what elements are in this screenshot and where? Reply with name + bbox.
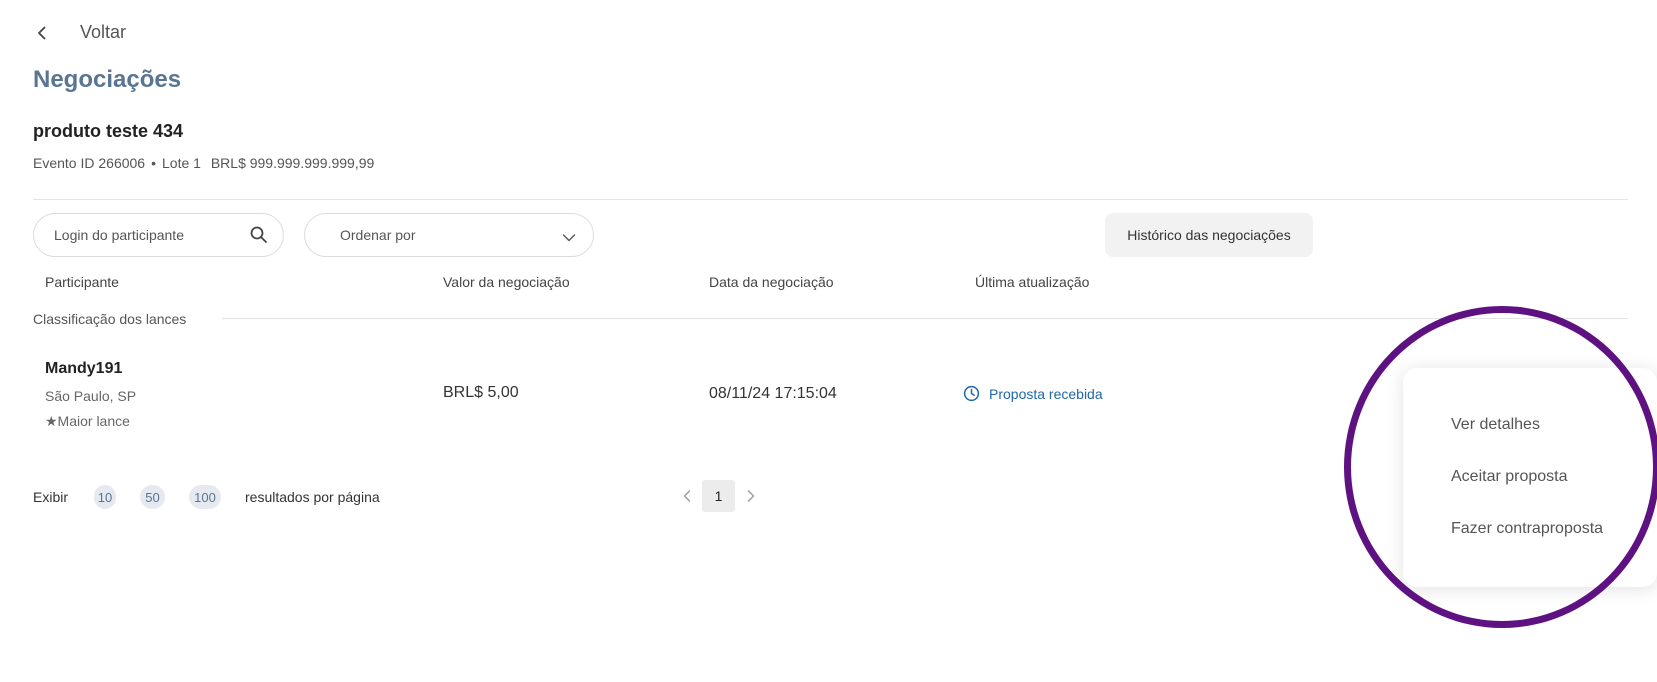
highest-bid-badge: ★Maior lance	[45, 413, 130, 429]
page-title: Negociações	[33, 66, 182, 93]
menu-item-accept-offer[interactable]: Aceitar proposta	[1451, 468, 1568, 486]
column-header-last-update: Última atualização	[975, 274, 1090, 290]
chevron-down-icon	[562, 234, 576, 242]
participant-location: São Paulo, SP	[45, 388, 137, 404]
history-button[interactable]: Histórico das negociações	[1105, 213, 1313, 257]
group-divider	[222, 318, 1628, 319]
event-id: Evento ID 266006	[33, 155, 146, 171]
chevron-right-icon	[747, 490, 755, 502]
show-label: Exibir	[33, 489, 69, 505]
search-field[interactable]	[33, 213, 284, 257]
product-price: BRL$ 999.999.999.999,99	[210, 155, 375, 171]
back-button[interactable]: Voltar	[34, 22, 126, 43]
page-size-50[interactable]: 50	[140, 485, 165, 509]
column-header-participant: Participante	[45, 274, 119, 290]
page-size-100[interactable]: 100	[189, 485, 221, 509]
negotiation-value: BRL$ 5,00	[443, 384, 519, 401]
participant-name: Mandy191	[45, 360, 123, 377]
negotiation-date: 08/11/24 17:15:04	[709, 385, 837, 402]
search-icon[interactable]	[249, 225, 269, 245]
product-name: produto teste 434	[33, 121, 184, 141]
status-badge: Proposta recebida	[963, 385, 1103, 402]
menu-item-counteroffer[interactable]: Fazer contraproposta	[1451, 520, 1603, 538]
sort-placeholder: Ordenar por	[340, 227, 416, 243]
menu-item-view-details[interactable]: Ver detalhes	[1451, 416, 1540, 434]
prev-page-button[interactable]	[680, 487, 694, 505]
search-input[interactable]	[54, 227, 249, 243]
divider	[33, 199, 1628, 200]
column-header-date: Data da negociação	[709, 274, 834, 290]
meta-separator: •	[151, 155, 156, 171]
chevron-left-icon	[683, 490, 691, 502]
per-page-label: resultados por página	[245, 489, 380, 505]
back-label: Voltar	[80, 22, 127, 42]
page-number[interactable]: 1	[702, 480, 735, 512]
column-header-value: Valor da negociação	[443, 274, 570, 290]
group-label: Classificação dos lances	[33, 311, 187, 327]
status-label: Proposta recebida	[989, 385, 1103, 402]
sort-select[interactable]: Ordenar por	[304, 213, 594, 257]
next-page-button[interactable]	[744, 487, 758, 505]
chevron-left-icon	[38, 26, 46, 39]
lot-number: Lote 1	[162, 155, 201, 171]
context-menu: Ver detalhes Aceitar proposta Fazer cont…	[1403, 368, 1657, 587]
clock-icon	[963, 385, 980, 402]
product-meta: Evento ID 266006 • Lote 1 BRL$ 999.999.999…	[33, 155, 380, 171]
page-size-10[interactable]: 10	[94, 485, 116, 509]
